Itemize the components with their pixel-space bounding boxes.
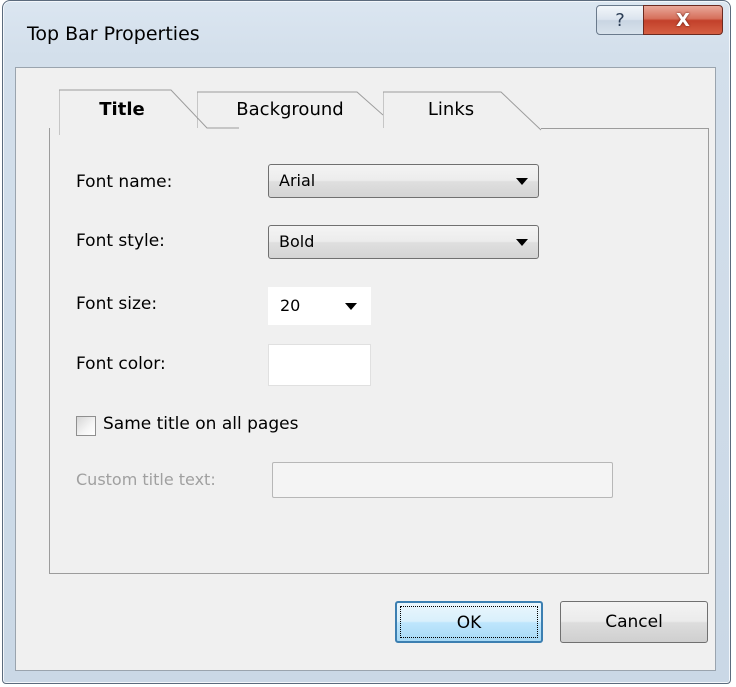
font-size-dropdown[interactable]: 20 [268,287,371,325]
dropdown-arrow-icon [516,178,528,185]
font-color-label: Font color: [76,354,166,374]
tab-links[interactable]: Links [383,75,543,135]
tab-title-label: Title [99,99,145,120]
font-style-label: Font style: [76,231,165,251]
tab-title[interactable]: Title [59,75,239,135]
ok-button-label: OK [456,613,482,633]
same-title-label[interactable]: Same title on all pages [103,414,298,434]
font-style-dropdown[interactable]: Bold [268,225,539,259]
close-button[interactable]: X [643,5,723,35]
dropdown-arrow-icon [345,303,357,310]
question-mark-icon: ? [615,9,625,31]
tab-links-label: Links [427,99,475,120]
same-title-checkbox[interactable] [76,416,96,436]
tab-background[interactable]: Background [197,75,384,135]
window-title: Top Bar Properties [27,23,200,45]
tab-strip: Title Background Links [35,75,694,135]
custom-title-input [272,462,613,498]
tab-panel-top-right-line [541,128,708,129]
ok-button[interactable]: OK [395,601,543,643]
font-color-swatch[interactable] [268,344,371,386]
font-style-value: Bold [279,232,315,251]
font-name-label: Font name: [76,172,173,192]
font-size-value: 20 [280,296,301,315]
font-name-dropdown[interactable]: Arial [268,164,539,198]
dropdown-arrow-icon [516,239,528,246]
tab-background-label: Background [236,99,344,120]
font-size-label: Font size: [76,294,158,314]
cancel-button[interactable]: Cancel [560,601,708,643]
cancel-button-label: Cancel [605,612,663,632]
custom-title-label: Custom title text: [76,470,216,489]
font-name-value: Arial [279,171,316,190]
help-button[interactable]: ? [596,5,644,35]
close-x-icon: X [676,9,690,31]
